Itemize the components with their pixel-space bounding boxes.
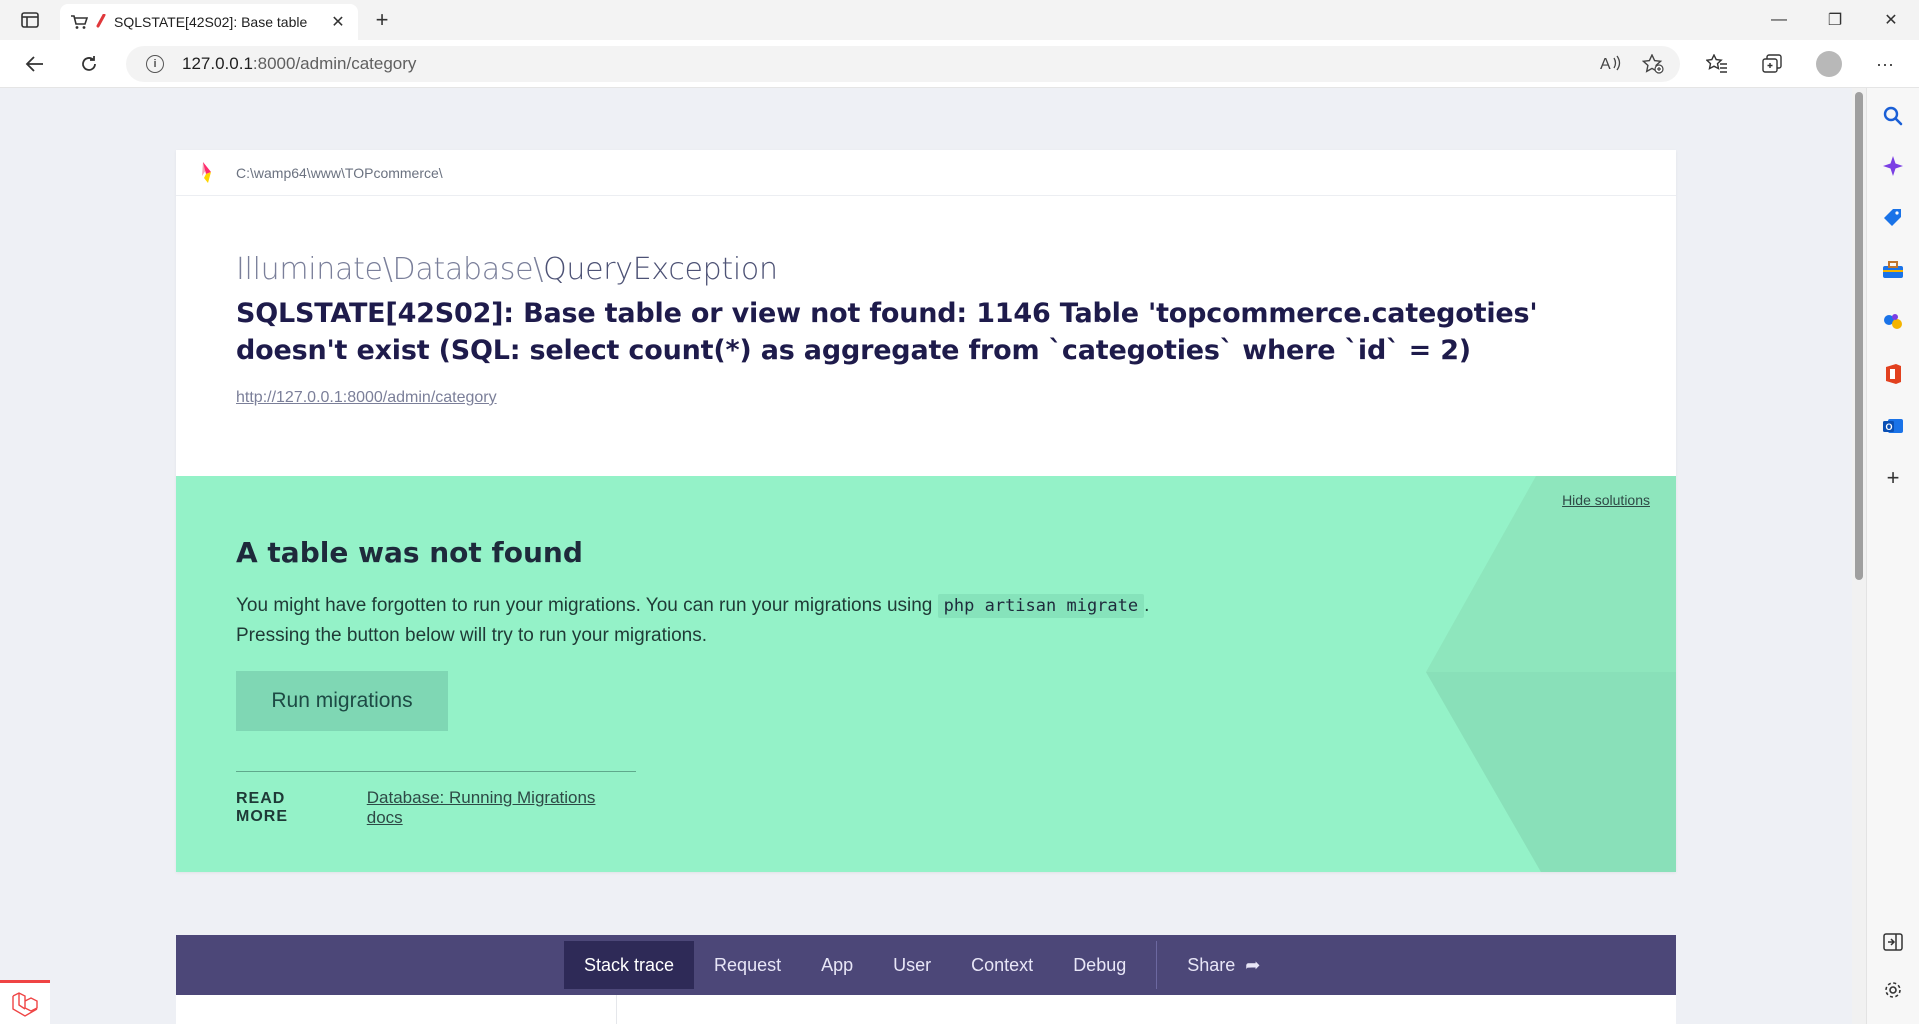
back-arrow-icon xyxy=(25,56,43,72)
tab-context[interactable]: Context xyxy=(951,941,1053,989)
restore-button[interactable]: ❐ xyxy=(1807,0,1863,40)
project-path: C:\wamp64\www\TOPcommerce\ xyxy=(236,164,443,181)
tab-separator xyxy=(1156,941,1158,989)
games-icon[interactable] xyxy=(1879,308,1907,336)
add-favorite-icon[interactable] xyxy=(1641,53,1664,79)
copilot-icon[interactable] xyxy=(1879,152,1907,180)
laravel-icon xyxy=(12,991,38,1017)
error-favicon-icon xyxy=(96,13,106,31)
refresh-icon xyxy=(82,56,96,71)
profile-avatar[interactable] xyxy=(1816,51,1842,77)
browser-toolbar: i 127.0.0.1 :8000/admin/category A ··· xyxy=(0,40,1919,88)
exception-class-name: QueryException xyxy=(543,252,778,287)
outlook-icon[interactable]: O xyxy=(1879,412,1907,440)
tab-request[interactable]: Request xyxy=(694,941,801,989)
read-more-label: READ MORE xyxy=(236,790,288,825)
window-controls: — ❐ ✕ xyxy=(1751,0,1919,40)
solution-desc-period: . xyxy=(1144,595,1150,616)
tab-actions-icon xyxy=(21,12,39,28)
page-scrollbar[interactable] xyxy=(1852,88,1866,1024)
address-actions: A xyxy=(1600,53,1664,79)
share-icon: ➦ xyxy=(1245,954,1261,975)
url-host: 127.0.0.1 xyxy=(182,54,253,73)
details-tab-bar: Stack trace Request App User Context Deb… xyxy=(176,935,1676,995)
solution-title: A table was not found xyxy=(236,536,583,569)
toolbar-right: ··· xyxy=(1695,48,1907,80)
error-card-header: C:\wamp64\www\TOPcommerce\ xyxy=(176,150,1676,196)
browser-tab-active[interactable]: SQLSTATE[42S02]: Base table ✕ xyxy=(60,4,358,40)
page-viewport: C:\wamp64\www\TOPcommerce\ Illuminate\Da… xyxy=(0,88,1852,1024)
stack-trace-panel xyxy=(176,995,1676,1024)
collections-icon[interactable] xyxy=(1751,48,1795,80)
tab-stack-trace[interactable]: Stack trace xyxy=(564,941,695,989)
back-button[interactable] xyxy=(20,50,50,78)
solution-desc-line2: Pressing the button below will try to ru… xyxy=(236,625,707,646)
svg-text:A: A xyxy=(1600,56,1611,72)
edge-sidebar: O + xyxy=(1866,88,1919,1024)
address-bar[interactable]: i 127.0.0.1 :8000/admin/category A xyxy=(126,46,1680,82)
error-card: C:\wamp64\www\TOPcommerce\ Illuminate\Da… xyxy=(176,150,1676,872)
share-button[interactable]: Share ➦ xyxy=(1167,941,1280,989)
svg-text:O: O xyxy=(1886,422,1893,432)
favorites-icon[interactable] xyxy=(1695,48,1739,80)
hide-solutions-link[interactable]: Hide solutions xyxy=(1562,492,1650,508)
url-path: :8000/admin/category xyxy=(252,54,417,73)
more-menu-icon[interactable]: ··· xyxy=(1863,48,1907,80)
migrations-docs-link[interactable]: Database: Running Migrations docs xyxy=(367,788,636,828)
hide-sidebar-icon[interactable] xyxy=(1879,928,1907,956)
minimize-button[interactable]: — xyxy=(1751,0,1807,40)
read-more-section: READ MORE Database: Running Migrations d… xyxy=(236,771,636,828)
tab-close-button[interactable]: ✕ xyxy=(328,12,348,32)
new-tab-button[interactable]: + xyxy=(368,7,396,32)
close-window-button[interactable]: ✕ xyxy=(1863,0,1919,40)
request-url-link[interactable]: http://127.0.0.1:8000/admin/category xyxy=(236,389,1616,407)
solution-desc-text: You might have forgotten to run your mig… xyxy=(236,595,938,616)
solution-panel: Hide solutions A table was not found You… xyxy=(176,476,1676,872)
stack-trace-divider xyxy=(616,995,617,1024)
tab-app[interactable]: App xyxy=(801,941,873,989)
solution-decoration-lower xyxy=(1426,672,1676,872)
ignition-logo-icon xyxy=(200,161,214,185)
share-label: Share xyxy=(1187,954,1236,975)
solution-command: php artisan migrate xyxy=(937,594,1145,618)
tab-title: SQLSTATE[42S02]: Base table xyxy=(114,14,308,30)
scrollbar-thumb[interactable] xyxy=(1855,92,1863,580)
run-migrations-button[interactable]: Run migrations xyxy=(236,671,448,731)
tools-icon[interactable] xyxy=(1879,256,1907,284)
exception-namespace: Illuminate\Database\ xyxy=(236,252,544,287)
exception-section: Illuminate\Database\QueryException SQLST… xyxy=(176,196,1676,476)
tab-user[interactable]: User xyxy=(873,941,951,989)
details-tabs: Stack trace Request App User Context Deb… xyxy=(564,935,1280,995)
settings-gear-icon[interactable] xyxy=(1879,976,1907,1004)
refresh-button[interactable] xyxy=(74,50,104,78)
tab-debug[interactable]: Debug xyxy=(1053,941,1146,989)
site-info-icon[interactable]: i xyxy=(146,55,164,73)
search-icon[interactable] xyxy=(1879,102,1907,130)
add-sidebar-app-icon[interactable]: + xyxy=(1879,464,1907,492)
solution-description: You might have forgotten to run your mig… xyxy=(236,591,1616,651)
office-icon[interactable] xyxy=(1879,360,1907,388)
shopping-tag-icon[interactable] xyxy=(1879,204,1907,232)
tab-actions-button[interactable] xyxy=(10,6,50,34)
read-aloud-icon[interactable]: A xyxy=(1600,54,1622,79)
laravel-logo-badge[interactable] xyxy=(0,980,50,1024)
exception-message: SQLSTATE[42S02]: Base table or view not … xyxy=(236,298,1538,366)
browser-tabstrip: SQLSTATE[42S02]: Base table ✕ + — ❐ ✕ xyxy=(0,0,1919,40)
exception-class: Illuminate\Database\QueryException xyxy=(236,252,1616,287)
cart-favicon-icon xyxy=(70,13,88,31)
